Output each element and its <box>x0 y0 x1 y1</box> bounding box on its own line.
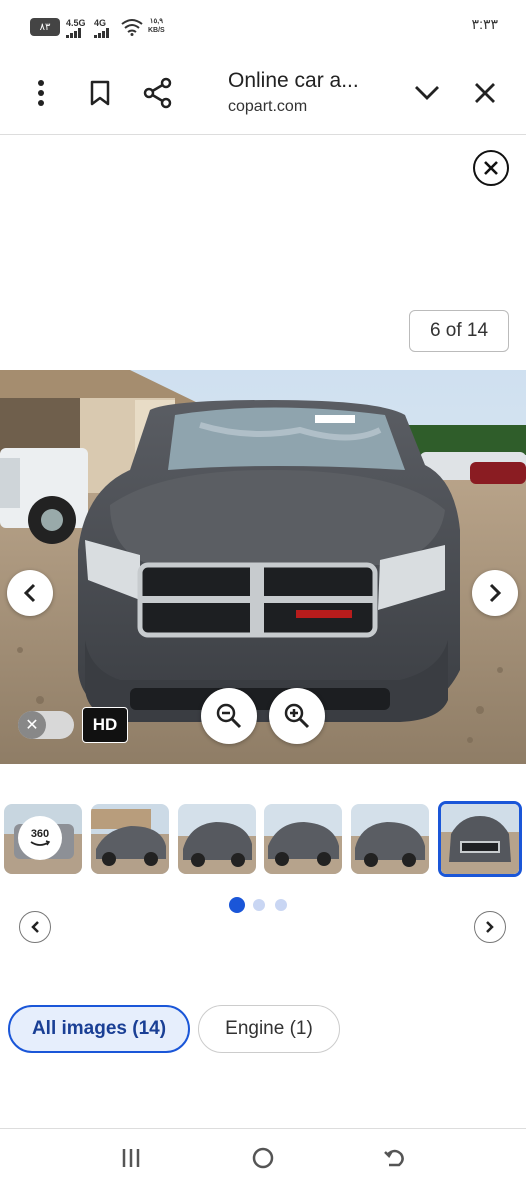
back-icon[interactable] <box>380 1143 410 1173</box>
pagination-dot <box>275 899 287 911</box>
pagination-dot <box>253 899 265 911</box>
thumbnail-360[interactable]: 360 <box>4 804 82 874</box>
battery-indicator: ٨٣ <box>30 18 60 36</box>
wifi-icon <box>121 19 143 36</box>
zoom-out-button[interactable] <box>201 688 257 744</box>
zoom-in-icon <box>284 703 310 729</box>
recent-apps-icon[interactable] <box>116 1144 146 1172</box>
thumbnail-6-selected[interactable] <box>438 801 522 877</box>
page-title: Online car a... <box>228 69 359 92</box>
close-viewer-button[interactable] <box>473 150 509 186</box>
thumbnail-4[interactable] <box>264 804 342 874</box>
360-view-icon: 360 <box>18 816 62 860</box>
hd-toggle[interactable]: ✕ <box>18 711 74 739</box>
clock: ٣:٣٣ <box>471 16 498 32</box>
status-bar: ٨٣ 4.5G 4G ١٥,٩ KB/S ٣:٣٣ <box>0 0 526 56</box>
signal-bars-icon <box>94 28 109 38</box>
thumbnails-previous-button[interactable] <box>19 911 51 943</box>
chevron-left-icon <box>31 921 39 933</box>
car-photo <box>0 370 526 764</box>
hd-badge[interactable]: HD <box>82 707 128 743</box>
signal-indicator-1: 4.5G <box>66 18 86 38</box>
chip-all-images[interactable]: All images (14) <box>8 1005 190 1053</box>
next-image-button[interactable] <box>472 570 518 616</box>
close-icon[interactable] <box>470 78 500 108</box>
network-speed: ١٥,٩ KB/S <box>148 18 165 34</box>
chevron-right-icon <box>489 583 502 603</box>
close-icon <box>484 161 498 175</box>
thumbnail-2[interactable] <box>91 804 169 874</box>
signal-bars-icon <box>66 28 81 38</box>
previous-image-button[interactable] <box>7 570 53 616</box>
share-icon[interactable] <box>142 76 174 110</box>
thumbnail-5[interactable] <box>351 804 429 874</box>
toggle-knob: ✕ <box>18 711 46 739</box>
thumbnails-next-button[interactable] <box>474 911 506 943</box>
chevron-left-icon <box>23 583 36 603</box>
pagination-dot-active <box>229 897 245 913</box>
zoom-out-icon <box>216 703 242 729</box>
chevron-down-icon[interactable] <box>412 80 442 106</box>
signal-indicator-2: 4G <box>94 18 110 38</box>
chip-engine[interactable]: Engine (1) <box>198 1005 340 1053</box>
image-counter: 6 of 14 <box>409 310 509 352</box>
chevron-right-icon <box>486 921 494 933</box>
browser-header <box>0 56 526 135</box>
page-domain: copart.com <box>228 98 308 115</box>
zoom-in-button[interactable] <box>269 688 325 744</box>
home-icon[interactable] <box>248 1143 278 1173</box>
more-vert-icon[interactable] <box>26 78 56 108</box>
thumbnail-3[interactable] <box>178 804 256 874</box>
bookmark-icon[interactable] <box>86 78 114 108</box>
